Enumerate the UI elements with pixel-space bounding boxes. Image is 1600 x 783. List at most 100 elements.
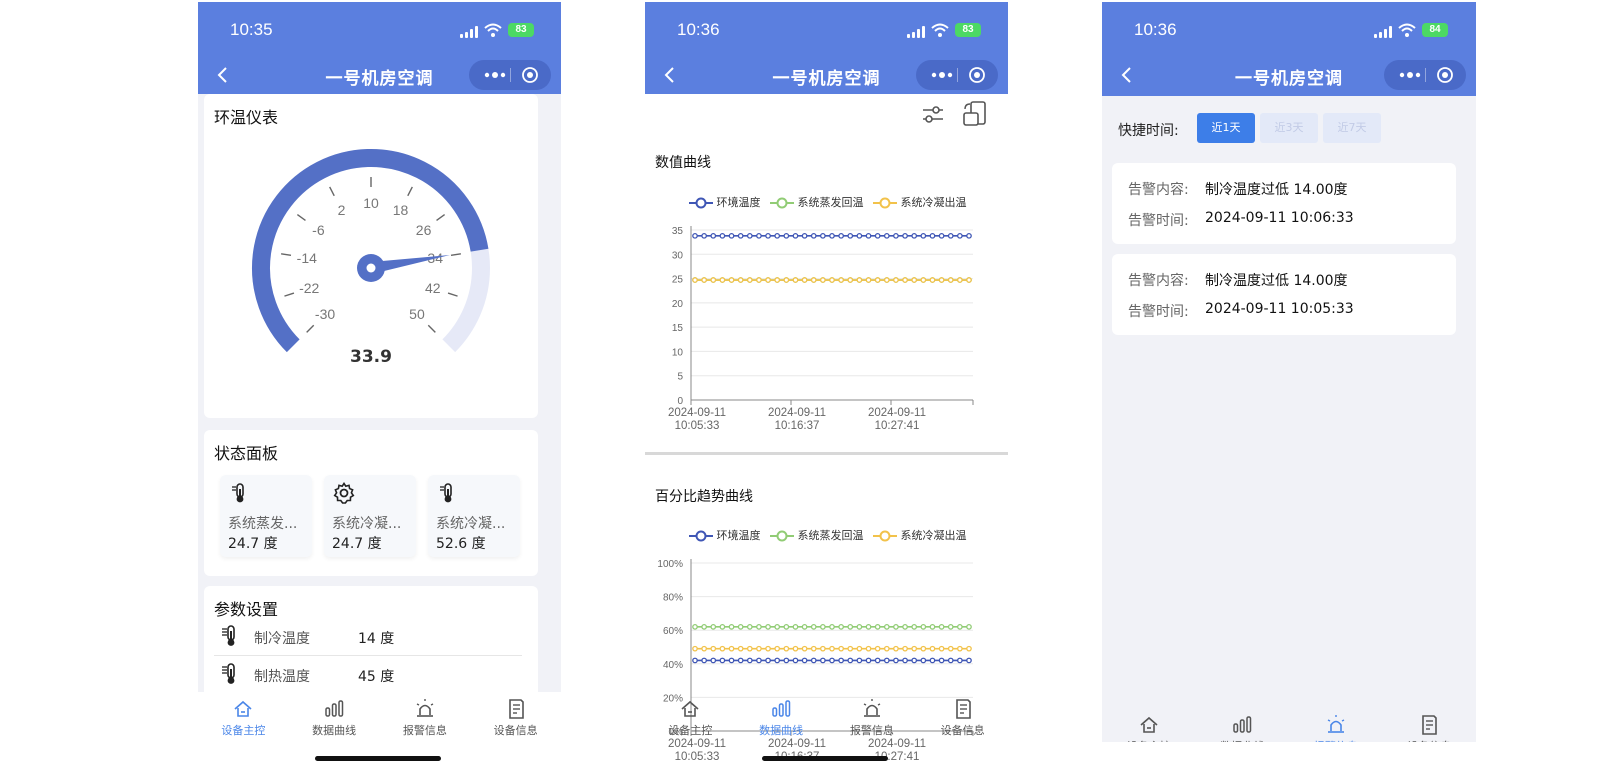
alarm-card[interactable]: 告警内容: 制冷温度过低 14.00度 告警时间: 2024-09-11 10:… xyxy=(1112,163,1456,244)
close-miniprogram-icon[interactable] xyxy=(1436,66,1454,84)
capsule-divider xyxy=(957,68,958,82)
wifi-icon xyxy=(1398,23,1416,37)
series-point xyxy=(847,657,854,664)
legend-item[interactable]: 系统蒸发回温 xyxy=(770,194,864,210)
more-icon[interactable] xyxy=(1398,68,1422,82)
series-point xyxy=(883,623,890,630)
alarm-card[interactable]: 告警内容: 制冷温度过低 14.00度 告警时间: 2024-09-11 10:… xyxy=(1112,254,1456,335)
rotate-screen-icon[interactable] xyxy=(961,100,989,128)
miniprogram-capsule[interactable] xyxy=(916,60,998,90)
home-indicator xyxy=(762,756,888,761)
more-icon[interactable] xyxy=(930,68,954,82)
series-point xyxy=(692,657,698,664)
chip-1-day[interactable]: 近1天 xyxy=(1197,113,1255,143)
tab-label: 设备主控 xyxy=(221,724,266,737)
chip-3-days[interactable]: 近3天 xyxy=(1260,113,1318,143)
series-point xyxy=(838,645,844,652)
param-row[interactable]: 制热温度 45 度 xyxy=(214,656,522,694)
tab-document[interactable]: 设备信息 xyxy=(476,698,556,738)
tab-document[interactable]: 设备信息 xyxy=(1389,714,1469,742)
more-icon[interactable] xyxy=(483,68,507,82)
legend-item[interactable]: 环境温度 xyxy=(689,527,761,543)
battery-indicator: 84 xyxy=(1422,23,1448,37)
series-point xyxy=(874,277,881,283)
series-point xyxy=(856,277,863,283)
series-point xyxy=(865,645,872,652)
series-point xyxy=(710,277,717,283)
tab-alarm-light[interactable]: 报警信息 xyxy=(832,698,912,738)
tab-document[interactable]: 设备信息 xyxy=(923,698,1003,738)
gauge-tick-label: 26 xyxy=(416,222,432,238)
status-tile[interactable]: 系统冷凝... 52.6 度 xyxy=(428,475,520,557)
legend-item[interactable]: 系统蒸发回温 xyxy=(770,527,864,543)
series-point xyxy=(874,657,881,664)
tab-label: 数据曲线 xyxy=(1202,738,1282,742)
series-point xyxy=(883,657,890,664)
close-miniprogram-icon[interactable] xyxy=(968,66,986,84)
series-point xyxy=(929,657,936,664)
series-point xyxy=(728,232,735,239)
series-point xyxy=(810,277,817,283)
series-point xyxy=(920,623,927,630)
series-point xyxy=(966,657,972,664)
series-point xyxy=(746,657,753,664)
tab-label: 设备信息 xyxy=(940,724,985,737)
series-point xyxy=(728,645,735,652)
tab-bar-chart[interactable]: 数据曲线 xyxy=(294,698,374,738)
tab-home[interactable]: 设备主控 xyxy=(650,698,730,738)
gauge-tick-label: -30 xyxy=(315,306,335,322)
gauge-tick-label: 42 xyxy=(425,280,441,296)
series-point xyxy=(774,277,781,283)
status-label: 系统冷凝... xyxy=(436,516,506,532)
tab-home[interactable]: 设备主控 xyxy=(203,698,283,738)
phone-alarm-info: 10:36 84 一号机房空调 快捷时间: 近1天 近3天 近7天 告警内容: … xyxy=(1102,2,1476,742)
series-point xyxy=(957,232,963,239)
filter-settings-icon[interactable] xyxy=(920,102,946,128)
cellular-signal-icon xyxy=(1374,26,1394,38)
series-point xyxy=(957,623,963,630)
series-point xyxy=(792,657,799,664)
home-icon xyxy=(234,700,252,717)
param-row[interactable]: 制冷温度 14 度 xyxy=(214,618,522,656)
chart-title: 数值曲线 xyxy=(655,155,711,171)
series-point xyxy=(701,232,707,239)
tab-alarm-light[interactable]: 报警信息 xyxy=(1296,714,1376,742)
bar-chart-icon xyxy=(772,700,791,717)
series-point xyxy=(692,623,698,630)
alarm-content-value: 制冷温度过低 14.00度 xyxy=(1205,273,1348,289)
series-point xyxy=(920,645,927,652)
series-point xyxy=(746,623,753,630)
miniprogram-capsule[interactable] xyxy=(469,60,551,90)
series-point xyxy=(883,277,890,283)
quick-time-label: 快捷时间: xyxy=(1118,123,1179,139)
legend-item[interactable]: 环境温度 xyxy=(689,194,761,210)
series-point xyxy=(911,645,918,652)
tab-bar: 设备主控 数据曲线 报警信息 设备信息 xyxy=(1102,708,1476,742)
legend-label: 环境温度 xyxy=(716,196,761,209)
value-line-chart: 051015202530352024-09-1110:05:332024-09-… xyxy=(668,226,974,432)
status-tile[interactable]: 系统蒸发... 24.7 度 xyxy=(220,475,312,557)
close-miniprogram-icon[interactable] xyxy=(521,66,539,84)
series-point xyxy=(746,645,753,652)
series-point xyxy=(947,657,954,664)
miniprogram-capsule[interactable] xyxy=(1384,60,1466,90)
alarm-content-label: 告警内容: xyxy=(1128,182,1189,198)
chip-7-days[interactable]: 近7天 xyxy=(1323,113,1381,143)
series-point xyxy=(820,623,826,630)
legend-item[interactable]: 系统冷凝出温 xyxy=(873,527,967,543)
tab-home[interactable]: 设备主控 xyxy=(1109,714,1189,742)
tab-bar-chart[interactable]: 数据曲线 xyxy=(741,698,821,738)
gauge-tick xyxy=(306,324,315,333)
legend-item[interactable]: 系统冷凝出温 xyxy=(873,194,967,210)
cellular-signal-icon xyxy=(907,26,927,38)
tab-alarm-light[interactable]: 报警信息 xyxy=(385,698,465,738)
series-point xyxy=(774,657,781,664)
series-point xyxy=(920,277,927,283)
series-point xyxy=(810,623,817,630)
gauge-tick xyxy=(427,324,436,333)
tab-bar-chart[interactable]: 数据曲线 xyxy=(1202,714,1282,742)
series-point xyxy=(865,277,872,283)
status-bar: 10:36 83 xyxy=(645,2,1008,58)
status-tile[interactable]: 系统冷凝... 24.7 度 xyxy=(324,475,416,557)
series-point xyxy=(783,645,790,652)
